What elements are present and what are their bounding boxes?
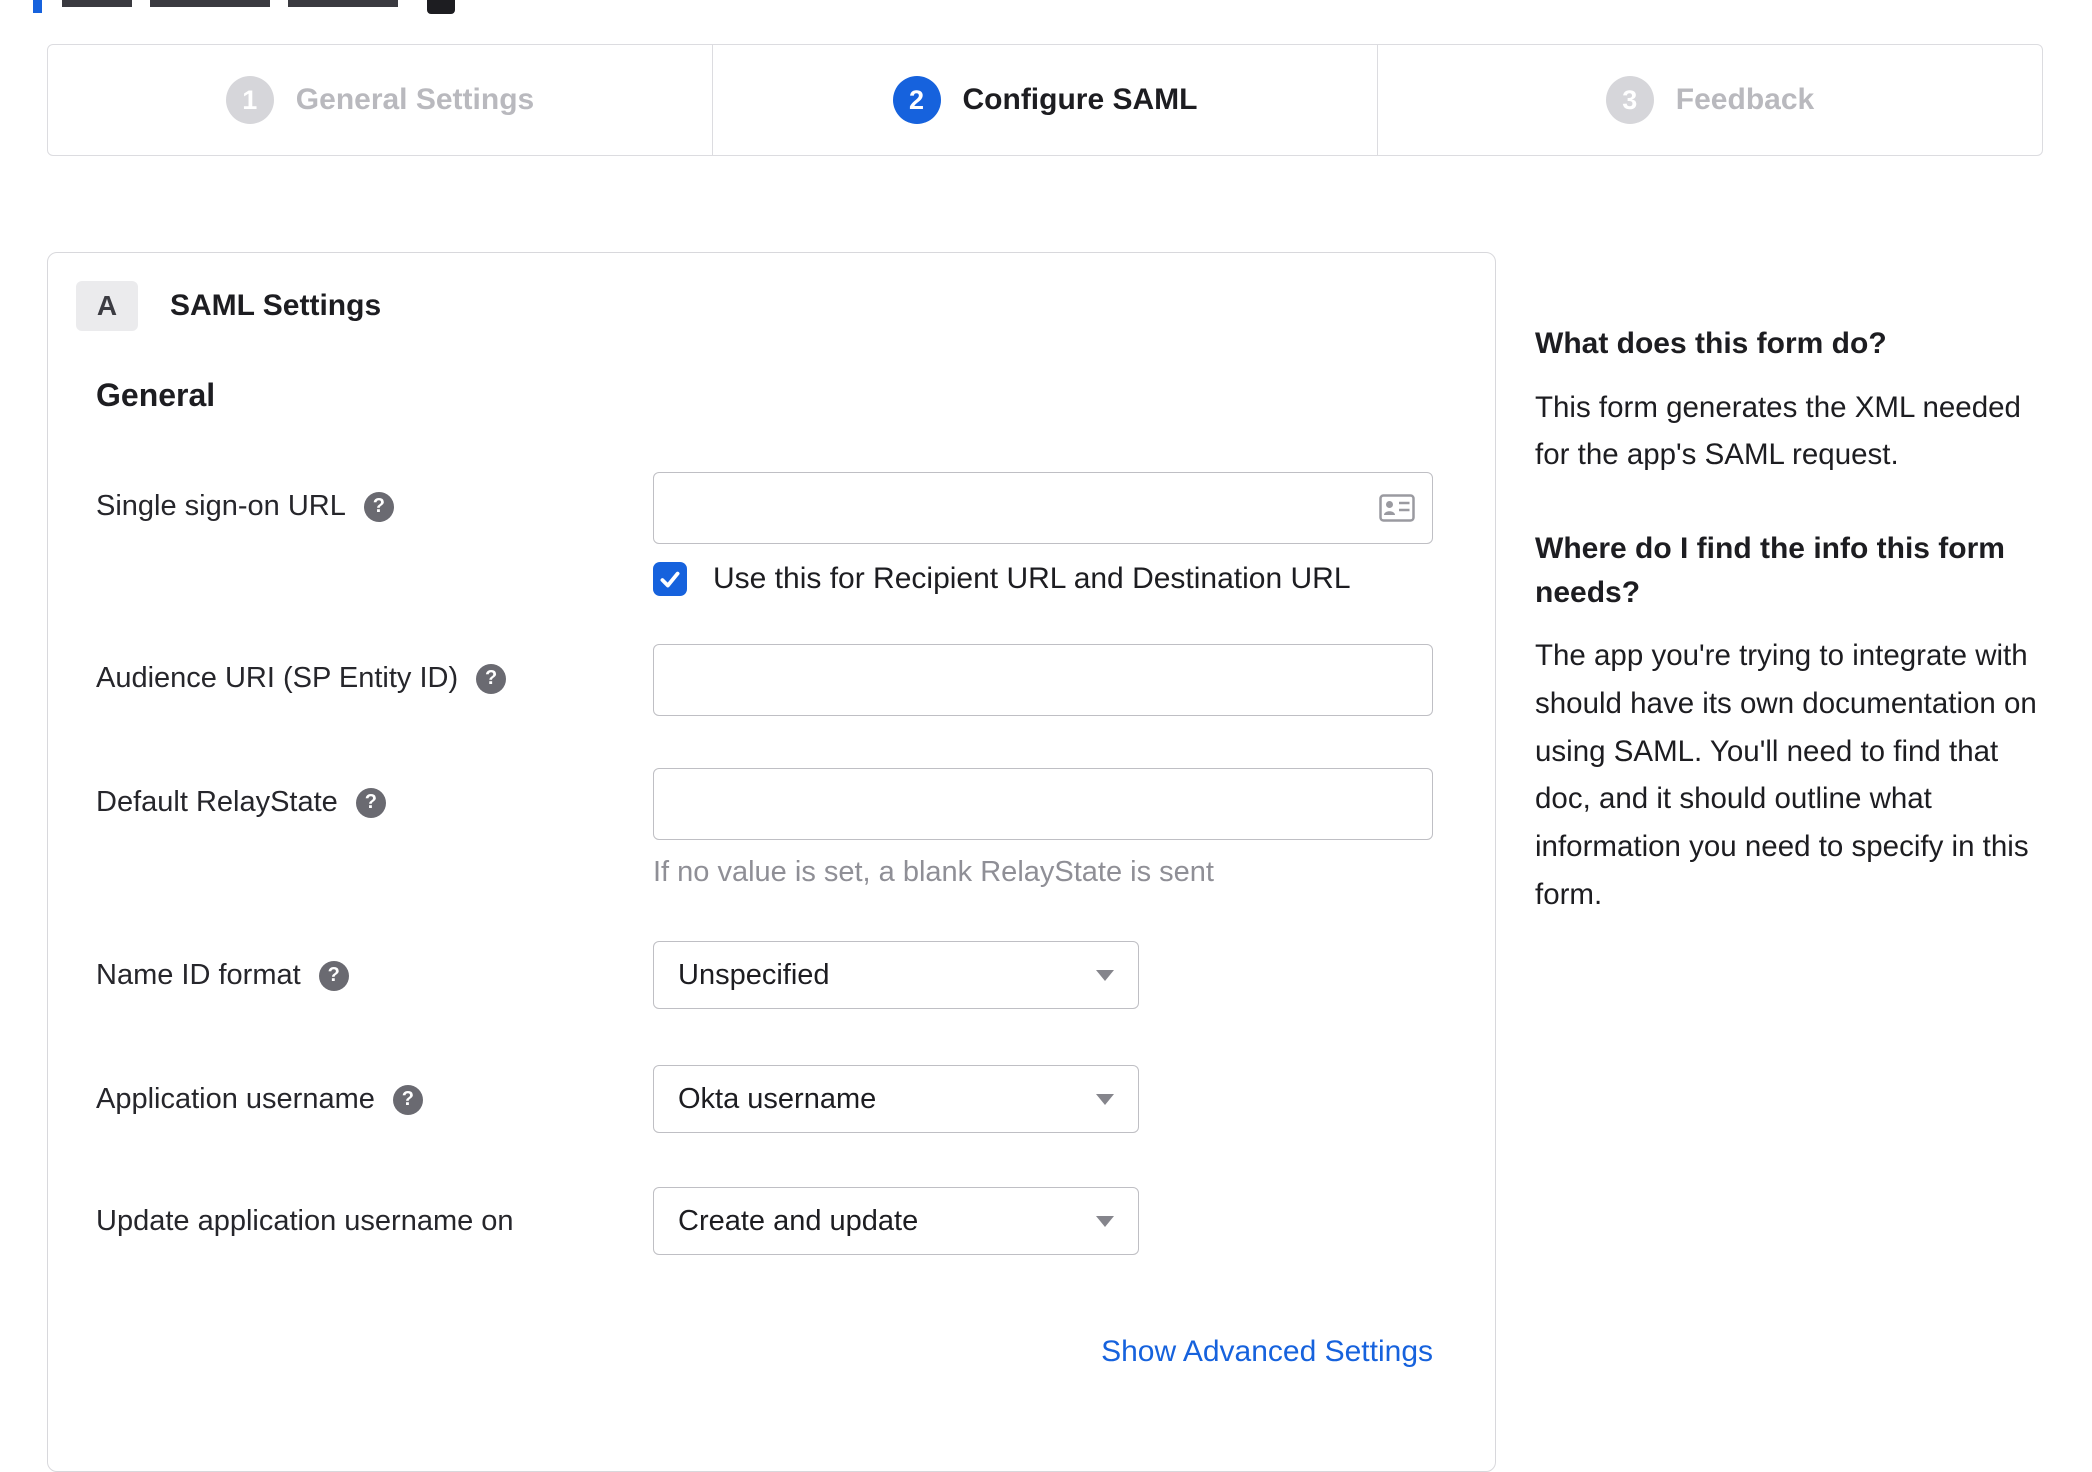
recipient-url-checkbox-row: Use this for Recipient URL and Destinati… (653, 562, 1433, 596)
field-label-text: Update application username on (96, 1205, 514, 1237)
audience-uri-input[interactable] (653, 644, 1433, 716)
field-control (653, 472, 1433, 544)
recipient-url-checkbox[interactable] (653, 562, 687, 596)
field-label-text: Audience URI (SP Entity ID) (96, 662, 459, 694)
step-number-badge: 3 (1605, 76, 1654, 124)
chevron-down-icon (1096, 1093, 1114, 1105)
step-configure-saml[interactable]: 2 Configure SAML (712, 45, 1377, 155)
help-body: This form generates the XML needed for t… (1535, 390, 2021, 472)
help-body: The app you're trying to integrate with … (1535, 639, 2037, 911)
field-control: Unspecified (653, 941, 1139, 1009)
wizard-stepper: 1 General Settings 2 Configure SAML 3 Fe… (47, 44, 2043, 156)
field-row-application-username: Application username ? Okta username (96, 1065, 1433, 1133)
show-advanced-settings-link[interactable]: Show Advanced Settings (1101, 1335, 1433, 1368)
help-icon[interactable]: ? (392, 1084, 423, 1115)
field-label-text: Default RelayState (96, 786, 338, 818)
step-general-settings[interactable]: 1 General Settings (48, 45, 712, 155)
help-heading: Where do I find the info this form needs… (1535, 532, 2005, 609)
field-label-audience-uri: Audience URI (SP Entity ID) ? (96, 644, 653, 695)
field-row-update-username: Update application username on Create an… (96, 1187, 1433, 1255)
select-value: Create and update (678, 1204, 919, 1237)
field-control: Okta username (653, 1065, 1139, 1133)
field-row-relay-state: Default RelayState ? If no value is set,… (96, 768, 1433, 889)
section-badge-a: A (76, 281, 138, 331)
general-form-area: General Single sign-on URL ? Use this fo… (96, 377, 1433, 1369)
update-username-select[interactable]: Create and update (653, 1187, 1139, 1255)
field-control: If no value is set, a blank RelayState i… (653, 768, 1433, 889)
help-icon[interactable]: ? (318, 960, 349, 991)
field-label-relay-state: Default RelayState ? (96, 768, 653, 819)
help-icon[interactable]: ? (363, 491, 394, 522)
step-label: General Settings (295, 83, 535, 116)
field-label-application-username: Application username ? (96, 1065, 653, 1116)
relay-state-input[interactable] (653, 768, 1433, 840)
step-feedback[interactable]: 3 Feedback (1377, 45, 2042, 155)
section-header: A SAML Settings (76, 281, 1495, 331)
clipped-header-fragment (62, 0, 132, 7)
help-heading: What does this form do? (1535, 327, 1887, 360)
chevron-down-icon (1096, 1215, 1114, 1227)
field-label-text: Application username (96, 1083, 375, 1115)
field-row-sso-url: Single sign-on URL ? (96, 472, 1433, 544)
advanced-settings-row: Show Advanced Settings (96, 1335, 1433, 1369)
field-label-sso-url: Single sign-on URL ? (96, 472, 653, 523)
clipped-header-fragment (150, 0, 270, 7)
select-value: Okta username (678, 1082, 877, 1115)
name-id-format-select[interactable]: Unspecified (653, 941, 1139, 1009)
saml-settings-card: A SAML Settings General Single sign-on U… (47, 252, 1496, 1472)
field-label-text: Name ID format (96, 959, 301, 991)
chevron-down-icon (1096, 969, 1114, 981)
clipped-header-fragment (288, 0, 398, 7)
help-block-where: Where do I find the info this form needs… (1535, 527, 2050, 919)
field-row-name-id-format: Name ID format ? Unspecified (96, 941, 1433, 1009)
step-label: Configure SAML (962, 83, 1198, 116)
clipped-header-icon (427, 0, 455, 14)
field-row-audience-uri: Audience URI (SP Entity ID) ? (96, 644, 1433, 716)
group-heading-general: General (96, 377, 216, 413)
field-control (653, 644, 1433, 716)
help-icon[interactable]: ? (355, 787, 386, 818)
section-title: SAML Settings (170, 289, 382, 322)
relay-state-hint: If no value is set, a blank RelayState i… (653, 856, 1214, 888)
clipped-header-fragment (33, 0, 42, 13)
field-label-update-username: Update application username on (96, 1187, 653, 1238)
contact-card-icon[interactable] (1379, 494, 1415, 527)
help-icon[interactable]: ? (476, 663, 507, 694)
step-number-badge: 1 (225, 76, 274, 124)
select-value: Unspecified (678, 958, 830, 991)
help-block-what: What does this form do? This form genera… (1535, 322, 2050, 479)
application-username-select[interactable]: Okta username (653, 1065, 1139, 1133)
sso-url-input-wrap (653, 472, 1433, 544)
step-label: Feedback (1675, 83, 1815, 116)
field-label-name-id-format: Name ID format ? (96, 941, 653, 992)
field-control: Create and update (653, 1187, 1139, 1255)
step-number-badge: 2 (892, 76, 941, 124)
sso-url-input[interactable] (653, 472, 1433, 544)
recipient-url-checkbox-label: Use this for Recipient URL and Destinati… (713, 562, 1351, 595)
field-label-text: Single sign-on URL (96, 490, 346, 522)
help-panel: What does this form do? This form genera… (1535, 322, 2050, 919)
